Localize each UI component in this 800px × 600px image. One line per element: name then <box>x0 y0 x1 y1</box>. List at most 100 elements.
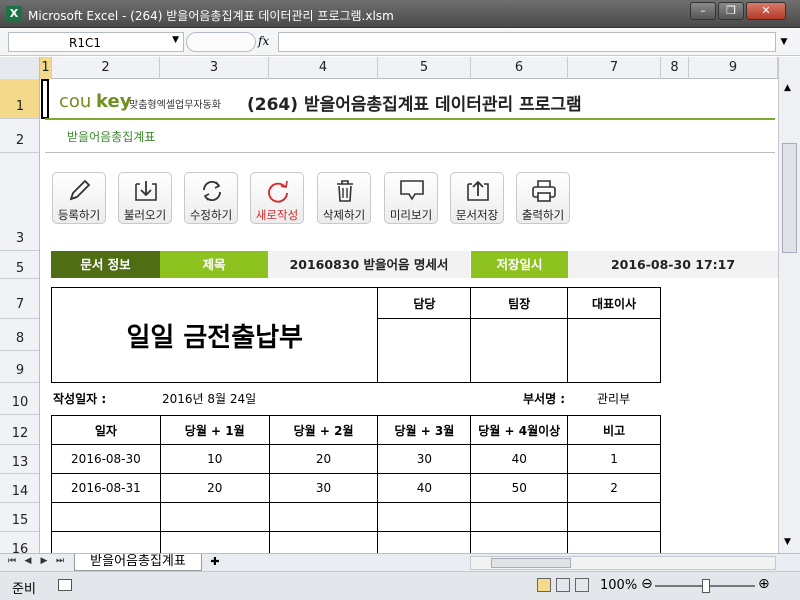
table-cell[interactable]: 2 <box>567 473 661 503</box>
table-cell[interactable] <box>470 531 569 553</box>
horizontal-scroll-thumb[interactable] <box>491 558 571 568</box>
load-button[interactable]: 불러오기 <box>118 172 172 224</box>
prev-sheet-icon[interactable]: ◀ <box>22 556 34 566</box>
select-all-corner[interactable] <box>0 57 40 79</box>
row-header[interactable]: 5 <box>0 251 39 279</box>
logo-key: key <box>96 91 132 112</box>
page-layout-icon[interactable] <box>556 578 570 592</box>
table-cell[interactable] <box>377 502 472 532</box>
table-cell[interactable] <box>567 531 661 553</box>
edit-button[interactable]: 수정하기 <box>184 172 238 224</box>
new-button[interactable]: 새로작성 <box>250 172 304 224</box>
title-value[interactable]: 20160830 받을어음 명세서 <box>268 251 470 278</box>
worksheet-grid[interactable]: cou key 맞춤형엑셀업무자동화 (264) 받을어음총집계표 데이터관리 … <box>41 79 778 553</box>
table-cell[interactable] <box>470 502 569 532</box>
delete-button[interactable]: 삭제하기 <box>317 172 371 224</box>
page-break-icon[interactable] <box>575 578 589 592</box>
table-cell[interactable]: 40 <box>470 444 569 474</box>
column-header[interactable]: 7 <box>568 57 661 79</box>
zoom-out-icon[interactable]: ⊖ <box>641 576 653 592</box>
table-cell[interactable]: 20 <box>159 473 270 503</box>
approval-sign-cell[interactable] <box>567 318 661 383</box>
sheet-tab-active[interactable]: 받을어음총집계표 <box>74 554 202 571</box>
table-cell[interactable] <box>268 531 379 553</box>
row-header[interactable]: 1 <box>0 79 39 119</box>
column-header[interactable]: 9 <box>689 57 778 79</box>
row-header[interactable]: 2 <box>0 119 39 153</box>
print-button[interactable]: 출력하기 <box>516 172 570 224</box>
table-header-row: 일자 당월 + 1월 당월 + 2월 당월 + 3월 당월 + 4월이상 비고 <box>51 415 661 445</box>
approval-sign-cell[interactable] <box>470 318 569 383</box>
restore-button[interactable]: ❐ <box>718 2 744 20</box>
insert-sheet-icon[interactable]: ✚ <box>204 555 226 570</box>
column-header[interactable]: 8 <box>661 57 689 79</box>
last-sheet-icon[interactable]: ⏭ <box>54 556 66 566</box>
zoom-level[interactable]: 100% <box>600 578 637 593</box>
vertical-scrollbar[interactable]: ▲ ▼ <box>778 57 800 553</box>
macro-record-icon[interactable] <box>58 579 72 591</box>
register-button[interactable]: 등록하기 <box>52 172 106 224</box>
column-header[interactable]: 1 <box>40 57 52 79</box>
table-cell[interactable]: 30 <box>377 444 472 474</box>
table-cell[interactable] <box>377 531 472 553</box>
table-cell[interactable] <box>567 502 661 532</box>
row-header[interactable]: 14 <box>0 474 39 503</box>
next-sheet-icon[interactable]: ▶ <box>38 556 50 566</box>
scroll-up-icon[interactable]: ▲ <box>784 83 791 93</box>
date-value[interactable]: 2016년 8월 24일 <box>162 390 256 407</box>
table-cell[interactable]: 40 <box>377 473 472 503</box>
table-cell[interactable]: 1 <box>567 444 661 474</box>
dept-value[interactable]: 관리부 <box>597 390 630 407</box>
table-cell[interactable] <box>159 502 270 532</box>
row-header[interactable]: 16 <box>0 532 39 553</box>
scroll-down-icon[interactable]: ▼ <box>784 537 791 547</box>
column-header[interactable]: 3 <box>160 57 269 79</box>
row-header[interactable]: 10 <box>0 383 39 415</box>
table-cell[interactable]: 20 <box>268 444 379 474</box>
chevron-down-icon[interactable]: ▼ <box>172 35 179 45</box>
row-header[interactable]: 9 <box>0 351 39 383</box>
table-cell[interactable] <box>159 531 270 553</box>
sheet-tab-bar: ⏮ ◀ ▶ ⏭ 받을어음총집계표 ✚ <box>0 553 800 571</box>
first-sheet-icon[interactable]: ⏮ <box>6 556 18 566</box>
table-cell[interactable]: 30 <box>268 473 379 503</box>
column-header[interactable]: 6 <box>471 57 568 79</box>
column-header[interactable]: 4 <box>269 57 378 79</box>
row-header[interactable]: 15 <box>0 503 39 532</box>
formula-controls[interactable] <box>186 32 256 52</box>
table-cell[interactable]: 50 <box>470 473 569 503</box>
table-cell[interactable] <box>268 502 379 532</box>
table-row: 2016-08-31 20 30 40 50 2 <box>51 473 661 503</box>
name-box[interactable]: R1C1 ▼ <box>8 32 184 52</box>
table-cell[interactable] <box>51 502 161 532</box>
preview-button[interactable]: 미리보기 <box>384 172 438 224</box>
close-button[interactable]: ✕ <box>746 2 786 20</box>
row-header[interactable]: 13 <box>0 445 39 474</box>
vertical-scroll-thumb[interactable] <box>782 143 797 253</box>
normal-view-icon[interactable] <box>537 578 551 592</box>
formula-input[interactable] <box>278 32 776 52</box>
approval-header: 담당 <box>377 287 472 319</box>
active-cell[interactable] <box>41 79 49 119</box>
table-cell[interactable] <box>51 531 161 553</box>
row-header[interactable]: 12 <box>0 415 39 445</box>
insert-function-icon[interactable]: fx <box>258 34 269 48</box>
upload-icon <box>467 180 489 201</box>
excel-app-icon[interactable]: X <box>6 6 22 22</box>
approval-sign-cell[interactable] <box>377 318 472 383</box>
save-document-button[interactable]: 문서저장 <box>450 172 504 224</box>
minimize-button[interactable]: – <box>690 2 716 20</box>
expand-formula-icon[interactable]: ▼ <box>776 32 792 52</box>
zoom-in-icon[interactable]: ⊕ <box>758 576 770 592</box>
column-header[interactable]: 2 <box>52 57 160 79</box>
table-cell[interactable]: 2016-08-31 <box>51 473 161 503</box>
column-header[interactable]: 5 <box>378 57 471 79</box>
horizontal-scrollbar[interactable] <box>470 556 776 570</box>
zoom-slider-thumb[interactable] <box>702 579 710 593</box>
row-header[interactable]: 3 <box>0 153 39 251</box>
table-cell[interactable]: 2016-08-30 <box>51 444 161 474</box>
row-header[interactable]: 8 <box>0 319 39 351</box>
row-header[interactable]: 7 <box>0 279 39 319</box>
table-cell[interactable]: 10 <box>159 444 270 474</box>
column-heading: 일자 <box>51 415 161 445</box>
